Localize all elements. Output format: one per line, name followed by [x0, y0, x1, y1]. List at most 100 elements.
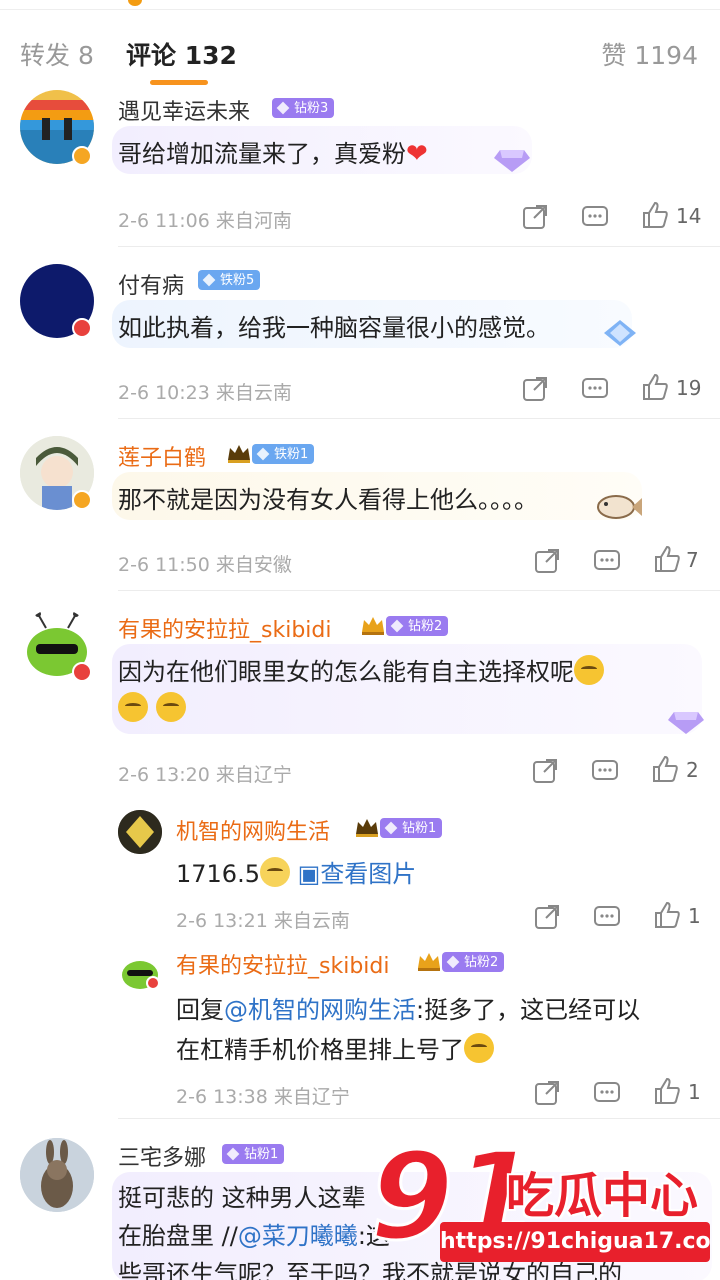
like-icon[interactable] — [652, 544, 682, 574]
share-icon[interactable] — [530, 756, 560, 786]
reply-text-line: 在杠精手机价格里排上号了 — [176, 1036, 464, 1064]
reply-text: 回复@机智的网购生活:挺多了，这已经可以 — [176, 990, 640, 1025]
comment-time: 2-6 10:23 — [118, 382, 210, 404]
glasses-emoji-icon — [259, 857, 290, 887]
comment-icon[interactable] — [590, 756, 620, 786]
comment-text-part: 在胎盘里 // — [118, 1222, 238, 1250]
comment-icon[interactable] — [592, 902, 622, 932]
comment-icon[interactable] — [592, 546, 622, 576]
fan-badge: 钻粉2 — [386, 616, 449, 636]
divider — [118, 1118, 720, 1119]
like-count: 2 — [686, 758, 699, 782]
fan-badge: 钻粉1 — [380, 818, 443, 838]
username[interactable]: 付有病 — [118, 268, 184, 300]
share-icon[interactable] — [520, 374, 550, 404]
diamond-icon — [668, 712, 704, 734]
comment-meta: 2-6 11:06 来自河南 — [118, 206, 292, 233]
tab-likes[interactable]: 赞 1194 — [601, 36, 698, 72]
crown-icon — [418, 953, 440, 971]
reply-location: 来自云南 — [273, 910, 350, 932]
share-icon[interactable] — [532, 902, 562, 932]
tab-active-indicator — [150, 80, 208, 85]
like-count: 14 — [676, 204, 702, 228]
fan-badge: 钻粉3 — [272, 98, 335, 118]
like-icon[interactable] — [640, 372, 670, 402]
verified-badge-icon — [72, 318, 92, 338]
fan-badge: 钻粉2 — [442, 952, 505, 972]
fan-badge: 铁粉1 — [252, 444, 315, 464]
reply-prefix: 回复 — [176, 996, 224, 1024]
like-count: 19 — [676, 376, 702, 400]
avatar[interactable] — [118, 810, 162, 854]
fish-icon — [597, 495, 642, 519]
verified-badge-icon — [72, 146, 92, 166]
share-icon[interactable] — [532, 546, 562, 576]
comment-time: 2-6 11:06 — [118, 210, 210, 232]
reply-meta: 2-6 13:38 来自辽宁 — [176, 1082, 350, 1109]
comment-text: 在胎盘里 //@菜刀曦曦:这 — [118, 1216, 390, 1251]
reply-text-content: 1716.5 — [176, 860, 260, 888]
reply-location: 来自辽宁 — [273, 1086, 350, 1108]
crown-icon — [356, 819, 378, 837]
verified-badge-icon — [72, 662, 92, 682]
fan-badge: 铁粉5 — [198, 270, 261, 290]
mention-link[interactable]: @菜刀曦曦 — [238, 1222, 358, 1250]
comment-icon[interactable] — [580, 202, 610, 232]
tab-bar: 转发 8 评论 132 赞 1194 — [0, 10, 720, 88]
comment-meta: 2-6 13:20 来自辽宁 — [118, 760, 292, 787]
view-image-label: 查看图片 — [320, 860, 417, 888]
smirk-emoji-icon — [574, 655, 604, 685]
tab-repost[interactable]: 转发 8 — [20, 36, 94, 72]
reply-text: 1716.5 ▣查看图片 — [176, 854, 416, 889]
fan-badge: 钻粉1 — [222, 1144, 285, 1164]
username[interactable]: 遇见幸运未来 — [118, 94, 250, 126]
view-image-link[interactable]: ▣查看图片 — [298, 860, 417, 888]
comment-text: 因为在他们眼里女的怎么能有自主选择权呢 — [118, 652, 604, 687]
divider — [118, 418, 720, 419]
username[interactable]: 三宅多娜 — [118, 1140, 206, 1172]
avatar[interactable] — [20, 1138, 94, 1212]
comment-meta: 2-6 11:50 来自安徽 — [118, 550, 292, 577]
like-icon[interactable] — [640, 200, 670, 230]
crown-icon — [362, 617, 384, 635]
divider — [118, 590, 720, 591]
reply-time: 2-6 13:21 — [176, 910, 268, 932]
watermark-url: https://91chigua17.com — [440, 1222, 720, 1262]
comment-location: 来自河南 — [215, 210, 292, 232]
tab-comments[interactable]: 评论 132 — [126, 36, 237, 72]
red-heart-icon: ❤ — [406, 139, 428, 169]
like-count: 7 — [686, 548, 699, 572]
diamond-icon — [604, 320, 636, 346]
comment-text: 那不就是因为没有女人看得上他么。。。。 — [118, 486, 538, 514]
comment-location: 来自云南 — [215, 382, 292, 404]
comment-text-content: 因为在他们眼里女的怎么能有自主选择权呢 — [118, 658, 574, 686]
divider — [118, 246, 720, 247]
like-icon[interactable] — [650, 754, 680, 784]
comment-text: 如此执着，给我一种脑容量很小的感觉。 — [118, 314, 550, 342]
smirk-emoji-icon — [118, 692, 148, 722]
share-icon[interactable] — [532, 1078, 562, 1108]
comment-icon[interactable] — [592, 1078, 622, 1108]
username[interactable]: 莲子白鹤 — [118, 440, 206, 472]
comment-emojis — [118, 692, 186, 723]
like-icon[interactable] — [652, 1076, 682, 1106]
reply-time: 2-6 13:38 — [176, 1086, 268, 1108]
username[interactable]: 机智的网购生活 — [176, 814, 330, 846]
comment-icon[interactable] — [580, 374, 610, 404]
comment-time: 2-6 11:50 — [118, 554, 210, 576]
username[interactable]: 有果的安拉拉_skibidi — [118, 612, 331, 644]
like-icon[interactable] — [652, 900, 682, 930]
crown-icon — [228, 445, 250, 463]
mention-link[interactable]: @机智的网购生活 — [224, 996, 416, 1024]
comment-text: 哥给增加流量来了，真爱粉❤ — [118, 134, 428, 169]
top-edge — [0, 0, 720, 10]
comment-location: 来自辽宁 — [215, 764, 292, 786]
like-count: 1 — [688, 1080, 701, 1104]
reply-text-line: :挺多了，这已经可以 — [416, 996, 641, 1024]
like-count: 1 — [688, 904, 701, 928]
username[interactable]: 有果的安拉拉_skibidi — [176, 948, 389, 980]
verified-badge-icon — [146, 976, 160, 990]
diamond-icon — [494, 150, 530, 172]
share-icon[interactable] — [520, 202, 550, 232]
reply-text: 在杠精手机价格里排上号了 — [176, 1030, 494, 1065]
